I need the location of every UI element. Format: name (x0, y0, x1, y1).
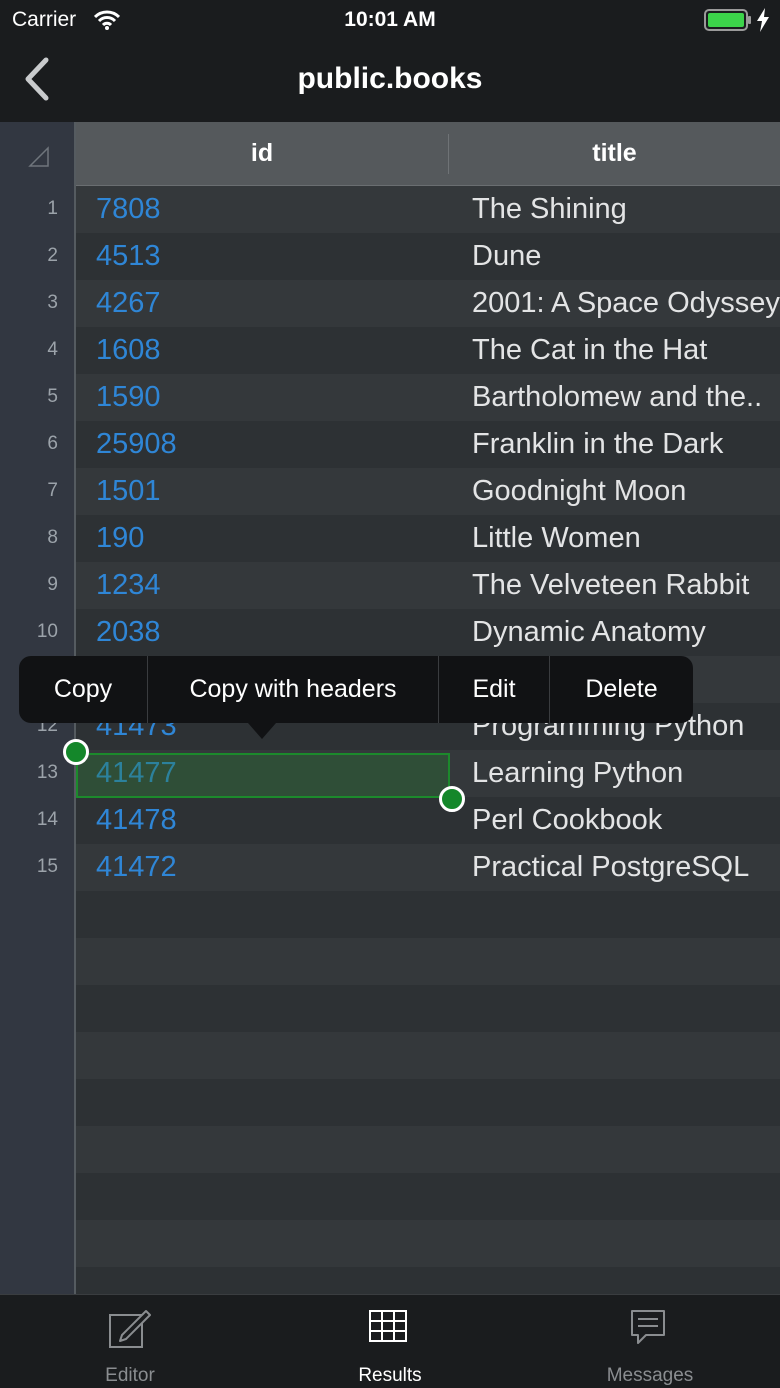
cell-title[interactable]: Franklin in the Dark (472, 428, 780, 461)
tab-messages[interactable]: Messages (520, 1295, 780, 1388)
tab-messages-label: Messages (606, 1365, 694, 1386)
context-menu: Copy Copy with headers Edit Delete (19, 656, 693, 723)
cell-id[interactable]: 41472 (96, 851, 177, 884)
row-number: 9 (47, 574, 58, 595)
messages-icon (631, 1310, 665, 1344)
selected-cell[interactable] (76, 753, 450, 798)
page-title: public.books (297, 62, 483, 95)
row-number: 4 (47, 339, 58, 360)
copy-menu-item[interactable]: Copy (19, 656, 147, 723)
row-stripe (76, 1267, 780, 1294)
tab-bar: Editor Results Messages (0, 1294, 780, 1388)
grid-icon (369, 1310, 407, 1342)
row-number: 3 (47, 292, 58, 313)
cell-title[interactable]: Bartholomew and the.. (472, 381, 780, 414)
cell-title[interactable]: The Cat in the Hat (472, 334, 780, 367)
navigation-bar: public.books (0, 40, 780, 123)
status-time: 10:01 AM (344, 8, 436, 31)
cell-id[interactable]: 41478 (96, 804, 177, 837)
cell-title[interactable]: Goodnight Moon (472, 475, 780, 508)
cell-title[interactable]: Perl Cookbook (472, 804, 780, 837)
copy-with-headers-menu-item[interactable]: Copy with headers (148, 656, 438, 723)
column-header-row: id title (76, 122, 780, 187)
row-number: 10 (36, 621, 58, 642)
edit-menu-item[interactable]: Edit (439, 656, 549, 723)
cell-title[interactable]: The Shining (472, 193, 780, 226)
cell-title[interactable]: Practical PostgreSQL (472, 851, 780, 884)
select-all-corner-icon[interactable] (28, 146, 50, 168)
cell-title[interactable]: Dynamic Anatomy (472, 616, 780, 649)
cell-id[interactable]: 7808 (96, 193, 161, 226)
row-stripe (76, 938, 780, 985)
tab-editor[interactable]: Editor (0, 1295, 260, 1388)
cell-title[interactable]: Learning Python (472, 757, 780, 790)
charging-bolt-icon (757, 8, 769, 32)
row-stripe (76, 1220, 780, 1267)
tab-editor-label: Editor (105, 1365, 155, 1386)
row-number: 5 (47, 386, 58, 407)
selection-end-handle[interactable] (439, 786, 465, 812)
row-stripe (76, 1173, 780, 1220)
row-number: 6 (47, 433, 58, 454)
row-stripe (76, 891, 780, 938)
cell-id[interactable]: 25908 (96, 428, 177, 461)
tab-results[interactable]: Results (260, 1295, 520, 1388)
column-header-title[interactable]: title (449, 122, 780, 185)
tab-results-label: Results (358, 1365, 422, 1386)
cell-id[interactable]: 4513 (96, 240, 161, 273)
cell-id[interactable]: 2038 (96, 616, 161, 649)
column-header-id[interactable]: id (76, 122, 448, 185)
cell-title[interactable]: 2001: A Space Odyssey (472, 287, 780, 320)
row-stripe (76, 1079, 780, 1126)
delete-menu-item[interactable]: Delete (550, 656, 693, 723)
row-number: 2 (47, 245, 58, 266)
context-menu-pointer (248, 723, 276, 739)
row-stripe (76, 1126, 780, 1173)
status-bar: Carrier 10:01 AM (0, 0, 780, 40)
cell-title[interactable]: Dune (472, 240, 780, 273)
row-number: 1 (47, 198, 58, 219)
cell-id[interactable]: 1234 (96, 569, 161, 602)
edit-icon (109, 1310, 151, 1348)
cell-id[interactable]: 190 (96, 522, 144, 555)
row-number: 8 (47, 527, 58, 548)
row-number: 15 (36, 856, 58, 877)
selection-start-handle[interactable] (63, 739, 89, 765)
row-stripe (76, 985, 780, 1032)
cell-id[interactable]: 4267 (96, 287, 161, 320)
cell-id[interactable]: 1501 (96, 475, 161, 508)
battery-icon (704, 9, 751, 31)
cell-title[interactable]: The Velveteen Rabbit (472, 569, 780, 602)
cell-title[interactable]: Little Women (472, 522, 780, 555)
cell-id[interactable]: 1608 (96, 334, 161, 367)
row-number: 7 (47, 480, 58, 501)
row-number: 13 (36, 762, 58, 783)
row-stripe (76, 1032, 780, 1079)
cell-id[interactable]: 1590 (96, 381, 161, 414)
row-number: 14 (36, 809, 58, 830)
